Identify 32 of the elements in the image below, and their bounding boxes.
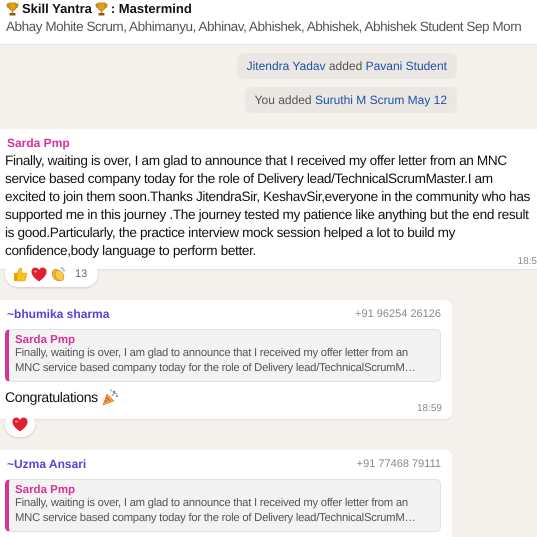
message-time: 18:59 [416,403,442,414]
quoted-text: Finally, waiting is over, I am glad to announce that I received my offer letter from an MNC service based company today for the role of Delivery lead/TechnicalScrumM… [15,496,417,526]
quoted-text: Finally, waiting is over, I am glad to announce that I received my offer letter from an MNC service based company today for the role of Delivery lead/TechnicalScrumM… [15,346,417,376]
message-time: 18:5 [518,256,537,267]
trophy-icon [6,2,19,16]
system-message: You added Suruthi M Scrum May 12 [244,87,457,113]
quoted-sender: Sarda Pmp [15,484,76,496]
sender-name[interactable]: Sarda Pmp [7,136,70,150]
contact-link[interactable]: Pavani Student [366,59,447,73]
contact-link[interactable]: Jitendra Yadav [246,59,326,73]
heart-icon [31,266,47,282]
clapping-hands-icon [50,266,66,282]
heart-icon [12,417,28,432]
reaction-pill[interactable]: 13 [5,261,98,287]
quoted-message[interactable]: Sarda Pmp Finally, waiting is over, I am glad to announce that I received my offer letter from an MNC service based company today for the role of Delivery lead/TechnicalScrumM… [5,329,441,382]
reaction-pill[interactable] [5,412,35,437]
message-text: Congratulations [5,388,98,406]
sender-name[interactable]: ~bhumika sharma [7,307,110,321]
group-title: : Mastermind [110,1,192,16]
quoted-message[interactable]: Sarda Pmp Finally, waiting is over, I am glad to announce that I received my offer letter from an MNC service based company today for the role of Delivery lead/TechnicalScrumM… [5,479,441,532]
sender-name[interactable]: ~Uzma Ansari [7,457,86,471]
system-message: Jitendra Yadav added Pavani Student [236,53,457,79]
group-title: Skill Yantra [22,1,92,16]
quoted-sender: Sarda Pmp [15,334,76,346]
member-list: Abhay Mohite Scrum, Abhimanyu, Abhinav, Abhishek, Abhishek, Abhishek Student Sep Morn [6,19,522,34]
message-text: Finally, waiting is over, I am glad to announce that I received my offer letter from an MNC service based company today for the role of Delivery lead/TechnicalScrumMaster.I am excited to join them soon.Thanks JitendraSir, KeshavSir,everyone in the community who has supported me in this journey .The journey tested my patience like anything but the end result is good.Particularly, the practice interview mock session helped a lot to build my confidence,body language to perform better. [5,152,530,258]
contact-link[interactable]: Suruthi M Scrum May 12 [314,93,447,107]
thumbs-up-icon [12,266,28,282]
party-popper-icon [102,388,119,406]
phone-number: +91 96254 26126 [355,308,441,320]
phone-number: +91 77468 79111 [356,458,441,470]
trophy-icon [94,2,108,16]
